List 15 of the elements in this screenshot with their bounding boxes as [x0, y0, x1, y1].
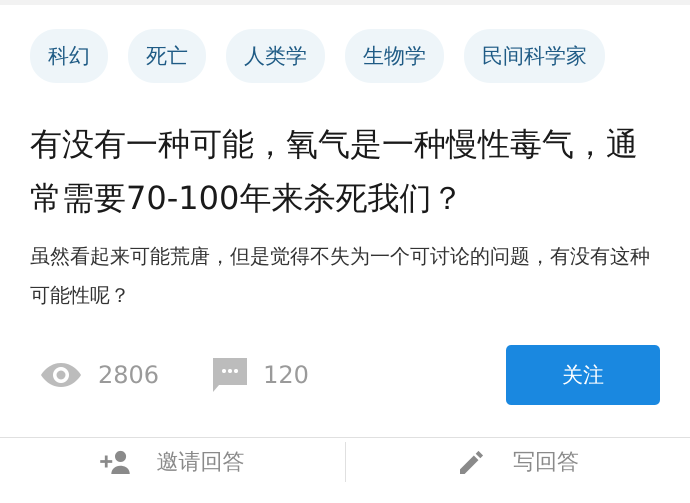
comment-count: 120: [263, 361, 309, 389]
eye-icon: [40, 362, 82, 388]
question-description: 虽然看起来可能荒唐，但是觉得不失为一个可讨论的问题，有没有这种可能性呢？: [30, 243, 651, 309]
write-answer-button[interactable]: 写回答: [346, 442, 690, 482]
comment-icon: [213, 358, 248, 392]
view-count: 2806: [98, 361, 160, 389]
topic-tag[interactable]: 生物学: [345, 29, 444, 83]
topic-tag[interactable]: 人类学: [226, 29, 325, 83]
invite-answer-button[interactable]: 邀请回答: [0, 442, 344, 482]
topic-tag[interactable]: 民间科学家: [464, 29, 605, 83]
topic-tag[interactable]: 死亡: [128, 29, 206, 83]
follow-button[interactable]: 关注: [506, 345, 660, 405]
question-title: 有没有一种可能，氧气是一种慢性毒气，通常需要70-100年来杀死我们？: [30, 124, 639, 219]
topic-tag[interactable]: 科幻: [30, 29, 108, 83]
add-person-icon: [100, 450, 130, 474]
